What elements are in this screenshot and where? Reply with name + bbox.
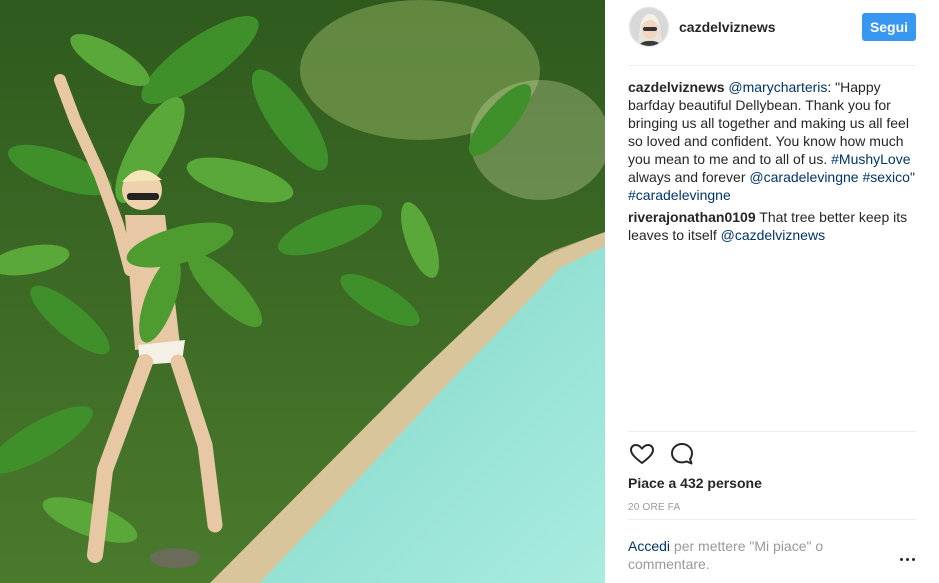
post-timestamp: 20 ORE FA [628,502,681,513]
instagram-post: cazdelviznews Segui cazdelviznews @maryc… [0,0,939,583]
mention-link[interactable]: @cazdelviznews [721,227,825,243]
login-prompt: Accedi per mettere "Mi piace" o commenta… [628,537,858,573]
caption-text: always and forever [628,169,750,185]
post-author-username[interactable]: cazdelviznews [679,19,776,35]
likes-count[interactable]: Piace a 432 persone [628,475,762,491]
caption-text: " [909,169,915,185]
comments-list: cazdelviznews @marycharteris: "Happy bar… [628,78,920,248]
comment-bubble-icon[interactable] [668,440,696,468]
avatar-image [630,8,668,46]
hashtag-link[interactable]: #sexico [862,169,909,185]
follow-button[interactable]: Segui [862,13,916,41]
avatar[interactable] [629,7,669,47]
caption-comment: cazdelviznews @marycharteris: "Happy bar… [628,78,920,204]
mention-link[interactable]: @marycharteris [728,79,827,95]
post-header: cazdelviznews Segui [605,0,939,66]
hashtag-link[interactable]: #MushyLove [831,151,910,167]
heart-icon[interactable] [628,440,656,468]
photo-image [0,0,605,583]
more-options-icon[interactable] [898,553,918,567]
comment-username[interactable]: riverajonathan0109 [628,209,756,225]
footer-divider [628,519,916,520]
comment-username[interactable]: cazdelviznews [628,79,725,95]
header-divider [628,65,916,66]
actions-divider [628,431,916,432]
list-item: riverajonathan0109 That tree better keep… [628,208,920,244]
mention-link[interactable]: @caradelevingne [749,169,858,185]
post-photo[interactable] [0,0,605,583]
login-link[interactable]: Accedi [628,538,670,554]
post-side-panel: cazdelviznews Segui cazdelviznews @maryc… [605,0,939,583]
hashtag-link[interactable]: #caradelevingne [628,187,731,203]
